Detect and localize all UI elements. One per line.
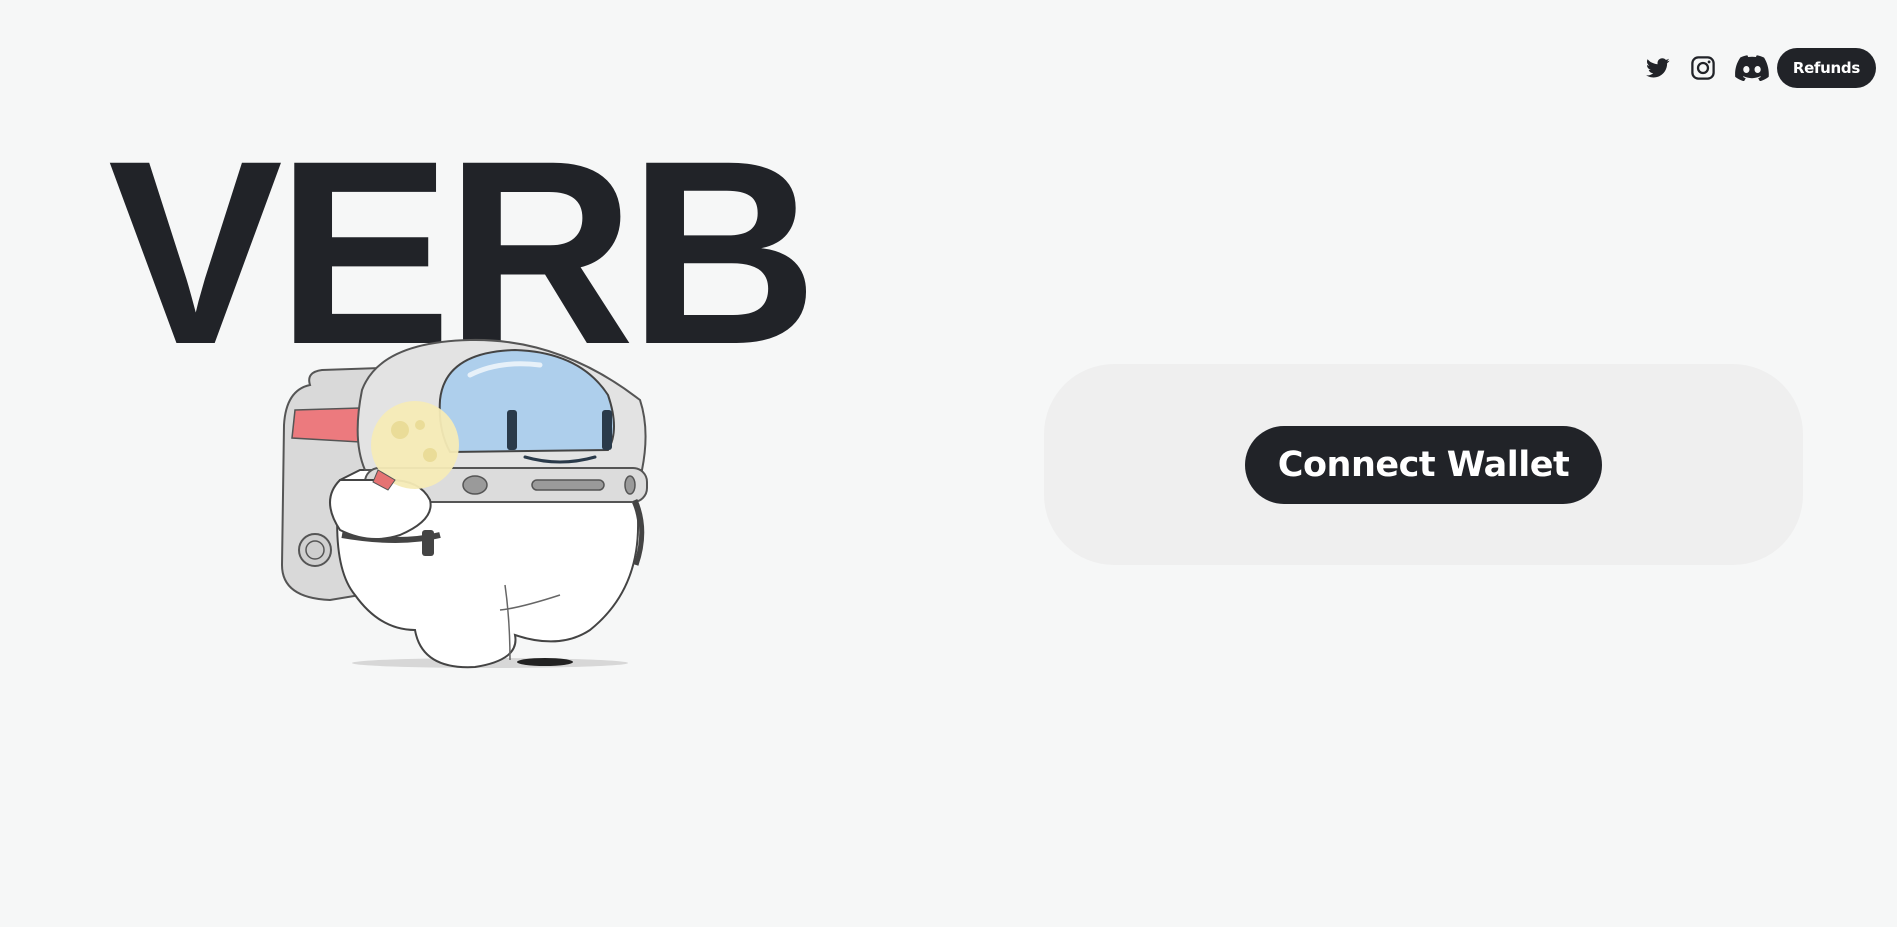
astronaut-mascot-illustration — [270, 330, 660, 680]
instagram-icon[interactable] — [1688, 53, 1718, 83]
wallet-card: Connect Wallet — [1044, 364, 1803, 565]
connect-wallet-button[interactable]: Connect Wallet — [1245, 425, 1602, 504]
refunds-button[interactable]: Refunds — [1776, 48, 1876, 88]
top-bar: Refunds — [1642, 48, 1876, 88]
twitter-icon[interactable] — [1642, 52, 1674, 84]
discord-icon[interactable] — [1734, 52, 1770, 84]
